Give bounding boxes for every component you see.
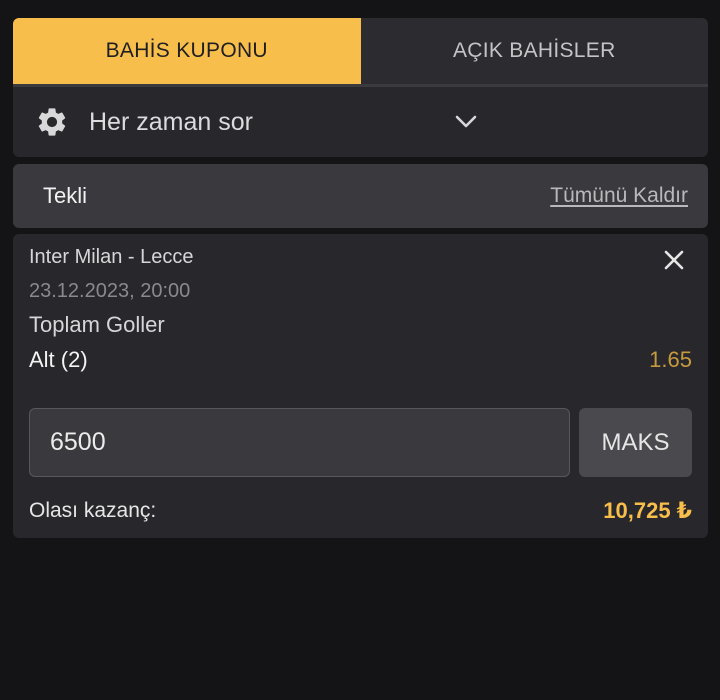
odds-setting-label: Her zaman sor: [89, 107, 253, 136]
odds-value: 1.65: [649, 347, 692, 372]
market-name: Toplam Goller: [29, 312, 165, 337]
odds-change-setting-dropdown[interactable]: Her zaman sor: [13, 87, 708, 157]
match-name: Inter Milan - Lecce: [29, 246, 194, 268]
stake-input[interactable]: 6500: [29, 408, 570, 477]
max-stake-button[interactable]: MAKS: [579, 408, 692, 477]
potential-win-value: 10,725 ₺: [603, 498, 692, 523]
close-icon[interactable]: [660, 246, 688, 274]
tab-open-bets[interactable]: AÇIK BAHİSLER: [360, 18, 708, 84]
gear-icon: [35, 105, 69, 139]
potential-win-label: Olası kazanç:: [29, 499, 157, 522]
bet-selection-card: Inter Milan - Lecce 23.12.2023, 20:00 To…: [13, 234, 708, 538]
tab-bet-slip[interactable]: BAHİS KUPONU: [13, 18, 361, 84]
remove-all-link[interactable]: Tümünü Kaldır: [550, 184, 688, 208]
betslip-panel: BAHİS KUPONU AÇIK BAHİSLER Her zaman sor…: [13, 18, 708, 538]
betslip-header: Tekli Tümünü Kaldır: [13, 164, 708, 228]
match-datetime: 23.12.2023, 20:00: [29, 280, 191, 302]
bet-type-label: Tekli: [43, 183, 88, 208]
selection-name: Alt (2): [29, 347, 88, 372]
tab-bar: BAHİS KUPONU AÇIK BAHİSLER: [13, 18, 708, 84]
chevron-down-icon: [453, 111, 479, 131]
